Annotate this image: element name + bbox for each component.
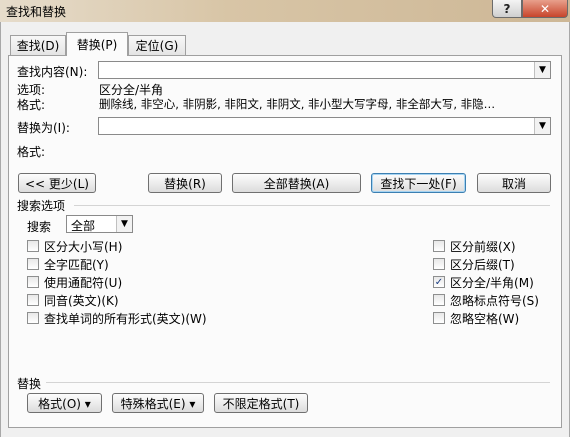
search-direction-value: 全部 — [71, 219, 96, 233]
tab-replace[interactable]: 替换(P) — [66, 32, 128, 56]
search-options-label: 搜索选项 — [17, 199, 66, 213]
wildcards-label[interactable]: 使用通配符(U) — [44, 274, 122, 291]
word-forms-label[interactable]: 查找单词的所有形式(英文)(W) — [44, 310, 207, 327]
special-dropdown-button[interactable]: 特殊格式(E) ▾ — [112, 393, 204, 413]
close-button[interactable]: ✕ — [522, 0, 568, 18]
cancel-button[interactable]: 取消 — [477, 173, 551, 193]
match-prefix-label[interactable]: 区分前缀(X) — [450, 238, 516, 255]
window-title: 查找和替换 — [6, 5, 67, 19]
ignore-space-label[interactable]: 忽略空格(W) — [450, 310, 519, 327]
checkmark-icon: ✓ — [434, 276, 444, 288]
replace-label: 替换为(I): — [17, 121, 70, 135]
wildcards-checkbox[interactable] — [27, 276, 39, 288]
chevron-down-icon[interactable]: ▼ — [116, 216, 132, 232]
match-width-checkbox[interactable]: ✓ — [433, 276, 445, 288]
chevron-down-icon[interactable]: ▼ — [534, 62, 550, 78]
match-width-label[interactable]: 区分全/半角(M) — [450, 274, 534, 291]
help-button[interactable]: ? — [492, 0, 522, 18]
tab-find[interactable]: 查找(D) — [10, 35, 66, 55]
match-suffix-label[interactable]: 区分后缀(T) — [450, 256, 515, 273]
match-prefix-checkbox[interactable] — [433, 240, 445, 252]
find-combo[interactable]: ▼ — [98, 61, 551, 79]
search-direction-select[interactable]: 全部 ▼ — [66, 215, 133, 233]
replace-section-label: 替换 — [17, 377, 42, 391]
format-dropdown-button[interactable]: 格式(O) ▾ — [27, 393, 102, 413]
match-case-checkbox[interactable] — [27, 240, 39, 252]
find-format-value: 删除线, 非空心, 非阴影, 非阳文, 非阴文, 非小型大写字母, 非全部大写,… — [99, 97, 496, 111]
replace-all-button[interactable]: 全部替换(A) — [232, 173, 361, 193]
divider — [74, 205, 550, 206]
whole-word-label[interactable]: 全字匹配(Y) — [44, 256, 109, 273]
match-case-label[interactable]: 区分大小写(H) — [44, 238, 122, 255]
word-forms-checkbox[interactable] — [27, 312, 39, 324]
replace-button[interactable]: 替换(R) — [148, 173, 222, 193]
ignore-punct-label[interactable]: 忽略标点符号(S) — [450, 292, 539, 309]
sounds-like-label[interactable]: 同音(英文)(K) — [44, 292, 119, 309]
whole-word-checkbox[interactable] — [27, 258, 39, 270]
sounds-like-checkbox[interactable] — [27, 294, 39, 306]
divider — [46, 382, 550, 383]
find-next-button[interactable]: 查找下一处(F) — [371, 173, 466, 193]
match-suffix-checkbox[interactable] — [433, 258, 445, 270]
find-label: 查找内容(N): — [17, 65, 88, 79]
search-label: 搜索 — [27, 220, 52, 234]
replace-format-label: 格式: — [17, 145, 46, 159]
no-formatting-button[interactable]: 不限定格式(T) — [214, 393, 308, 413]
chevron-down-icon[interactable]: ▼ — [534, 118, 550, 134]
close-icon: ✕ — [539, 1, 551, 16]
replace-combo[interactable]: ▼ — [98, 117, 551, 135]
title-bar: 查找和替换 — [0, 0, 570, 22]
help-icon: ? — [503, 1, 511, 16]
tab-goto[interactable]: 定位(G) — [128, 35, 186, 55]
ignore-punct-checkbox[interactable] — [433, 294, 445, 306]
ignore-space-checkbox[interactable] — [433, 312, 445, 324]
find-format-label: 格式: — [17, 98, 46, 112]
less-button[interactable]: << 更少(L) — [18, 173, 96, 193]
